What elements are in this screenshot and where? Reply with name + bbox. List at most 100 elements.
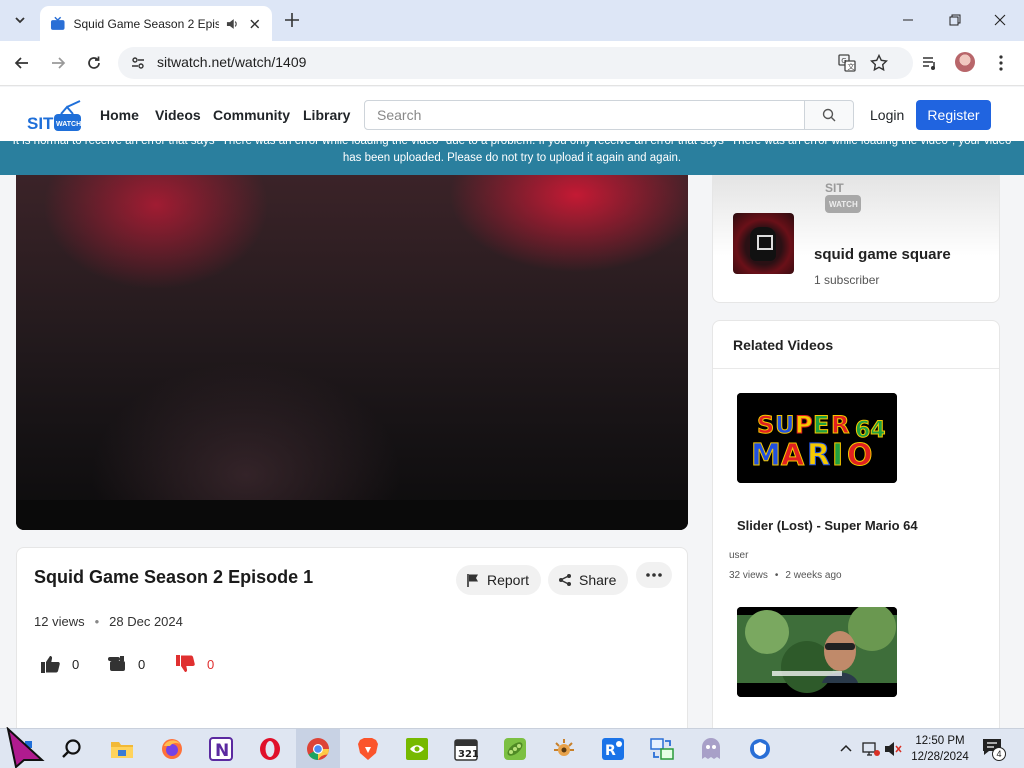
browser-menu-button[interactable] (991, 53, 1011, 73)
flag-icon (467, 574, 478, 587)
svg-text:SIT: SIT (27, 114, 54, 132)
video-player[interactable] (16, 175, 688, 530)
video-info-card: Squid Game Season 2 Episode 1 Report Sha… (16, 547, 688, 747)
taskbar-network-tool[interactable] (648, 735, 676, 763)
svg-text:A: A (781, 438, 805, 473)
site-header: SIT WATCH Home Videos Community Library … (0, 87, 1024, 141)
svg-text:G: G (841, 57, 846, 65)
super-mario-64-logo-image: S U P E R M A R I O 64 (737, 393, 897, 483)
neutral-button[interactable]: 0 (107, 655, 145, 673)
login-link[interactable]: Login (870, 107, 904, 123)
tab-title: Squid Game Season 2 Episode 1 (73, 16, 219, 31)
address-bar[interactable]: sitwatch.net/watch/1409 G文 (118, 47, 913, 79)
svg-text:P: P (795, 411, 813, 439)
related-video-age: 2 weeks ago (785, 570, 842, 581)
clock-time: 12:50 PM (915, 735, 965, 747)
clock-date: 12/28/2024 (911, 751, 969, 763)
firefox-icon (162, 739, 182, 759)
system-clock[interactable]: 12:50 PM 12/28/2024 (906, 733, 974, 765)
taskbar-onenote[interactable]: N (207, 735, 235, 763)
nav-home[interactable]: Home (100, 107, 139, 123)
svg-text:R: R (831, 411, 849, 439)
network-icon[interactable] (862, 741, 880, 757)
reload-icon (88, 56, 100, 69)
restore-button[interactable] (945, 10, 965, 30)
minimize-button[interactable] (898, 10, 918, 30)
back-button[interactable] (12, 53, 32, 73)
player-bottom-bar (16, 500, 688, 530)
new-tab-icon[interactable] (283, 11, 301, 29)
notifications-button[interactable]: 4 (982, 738, 1006, 761)
reload-button[interactable] (84, 53, 104, 73)
onenote-icon: N (209, 737, 233, 761)
bookmark-star-icon[interactable] (870, 54, 888, 72)
browser-tab-active[interactable]: Squid Game Season 2 Episode 1 (40, 6, 272, 41)
taskbar-ghost-app[interactable] (697, 735, 725, 763)
related-video-views: 32 views (729, 570, 768, 581)
sitwatch-watermark-logo: SIT WATCH (825, 181, 861, 213)
tray-overflow-chevron-icon[interactable] (840, 743, 852, 753)
close-window-button[interactable] (990, 10, 1010, 30)
opera-icon (260, 738, 280, 760)
taskbar-remote-desktop[interactable]: R (599, 735, 627, 763)
volume-muted-icon[interactable] (884, 741, 902, 757)
svg-text:M: M (751, 438, 781, 473)
network-transfer-icon (650, 738, 674, 760)
taskbar-search-button[interactable] (58, 735, 86, 763)
mouse-cursor-icon (6, 727, 45, 768)
taskbar-file-explorer[interactable] (108, 735, 136, 763)
translate-icon[interactable]: G文 (838, 54, 856, 72)
taskbar-calendar-app[interactable]: 321 (452, 735, 480, 763)
more-options-button[interactable] (636, 562, 672, 588)
taskbar-firefox[interactable] (158, 735, 186, 763)
forward-button[interactable] (48, 53, 68, 73)
taskbar-nvidia[interactable] (403, 735, 431, 763)
remote-desktop-icon: R (602, 738, 624, 760)
taskbar-brave[interactable] (354, 735, 382, 763)
dislike-button[interactable]: 0 (176, 655, 214, 673)
share-button[interactable]: Share (548, 565, 629, 595)
notice-text: It is normal to receive an error that sa… (12, 141, 1012, 164)
taskbar-app-sun[interactable] (550, 735, 578, 763)
report-button[interactable]: Report (456, 565, 542, 595)
taskbar-pea-app[interactable] (501, 735, 529, 763)
notification-count-badge: 4 (992, 747, 1006, 761)
svg-text:R: R (807, 438, 830, 473)
chevron-down-icon (15, 17, 25, 24)
taskbar-opera[interactable] (256, 735, 284, 763)
nav-community[interactable]: Community (213, 107, 290, 123)
nav-videos[interactable]: Videos (155, 107, 201, 123)
restore-icon (949, 14, 961, 26)
site-info-icon[interactable] (130, 55, 146, 71)
calendar-icon: 321 (454, 739, 478, 761)
sitwatch-logo[interactable]: SIT WATCH (27, 100, 83, 132)
nav-library[interactable]: Library (303, 107, 350, 123)
register-button[interactable]: Register (916, 100, 991, 130)
svg-text:O: O (847, 438, 873, 473)
media-controls-button[interactable] (920, 53, 940, 73)
chrome-icon (307, 738, 329, 760)
channel-avatar[interactable] (733, 213, 794, 274)
thumb-sideways-icon (108, 656, 125, 671)
taskbar-chrome[interactable] (304, 735, 332, 763)
related-video-title[interactable]: Slider (Lost) - Super Mario 64 (737, 518, 918, 533)
dislike-count: 0 (207, 656, 215, 672)
svg-text:321: 321 (458, 749, 478, 760)
svg-text:64: 64 (855, 418, 886, 443)
related-video-user[interactable]: user (729, 550, 748, 561)
speaker-icon[interactable] (225, 17, 239, 31)
tab-close-icon[interactable] (248, 17, 262, 31)
taskbar-shield-app[interactable] (746, 735, 774, 763)
related-video-thumbnail[interactable]: S U P E R M A R I O 64 (737, 393, 897, 483)
channel-name[interactable]: squid game square (814, 246, 951, 263)
svg-text:U: U (775, 411, 795, 439)
search-button[interactable] (804, 100, 854, 130)
like-button[interactable]: 0 (41, 655, 79, 673)
related-video-thumbnail[interactable] (737, 607, 897, 697)
related-videos-heading: Related Videos (733, 337, 834, 353)
profile-avatar[interactable] (955, 52, 975, 72)
channel-card: SIT WATCH squid game square 1 subscriber (712, 175, 1000, 303)
tab-search-button[interactable] (8, 8, 32, 32)
sun-eye-icon (554, 739, 574, 756)
search-input[interactable]: Search (364, 100, 805, 130)
